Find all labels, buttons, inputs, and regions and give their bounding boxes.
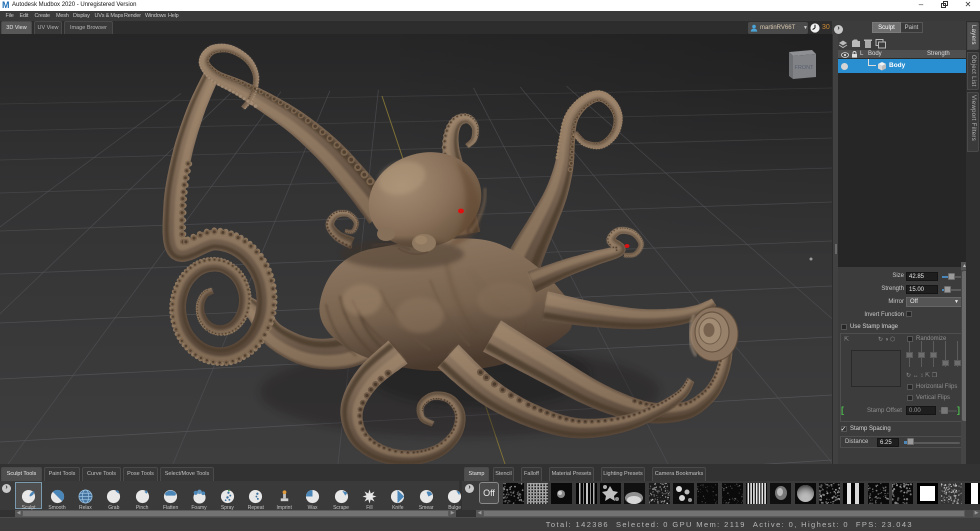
svg-text:FRONT: FRONT — [795, 65, 815, 71]
